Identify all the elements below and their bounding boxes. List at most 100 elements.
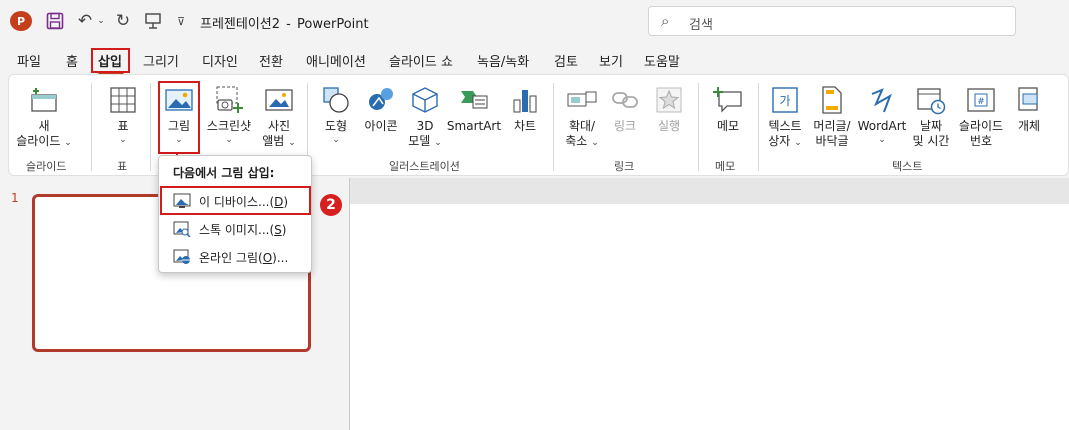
bar-chart-icon bbox=[510, 85, 540, 115]
textbox-icon: 가 bbox=[770, 85, 800, 115]
group-label-illustrations: 일러스트레이션 bbox=[389, 160, 460, 173]
tab-recording[interactable]: 녹음/녹화 bbox=[477, 51, 529, 70]
document-title: 프레젠테이션2 bbox=[200, 17, 281, 32]
screenshot-icon bbox=[214, 85, 244, 115]
group-separator bbox=[553, 83, 554, 171]
undo-dropdown-icon[interactable]: ⌄ bbox=[95, 10, 107, 32]
search-placeholder: 검색 bbox=[689, 18, 713, 33]
action-button[interactable]: 실행 bbox=[651, 85, 687, 134]
group-label-slides: 슬라이드 bbox=[26, 160, 67, 173]
chart-label: 차트 bbox=[513, 119, 537, 133]
tab-help[interactable]: 도움말 bbox=[644, 51, 680, 70]
new-slide-icon bbox=[29, 85, 59, 115]
powerpoint-logo-icon: P bbox=[10, 11, 32, 31]
object-icon bbox=[1014, 85, 1044, 115]
smartart-button[interactable]: SmartArt bbox=[447, 85, 501, 134]
online-pictures-icon bbox=[173, 249, 190, 264]
dropdown-header: 다음에서 그림 삽입: bbox=[173, 166, 275, 180]
object-button[interactable]: 개체 bbox=[1011, 85, 1047, 134]
textbox-button[interactable]: 가 텍스트 상자 ⌄ bbox=[763, 85, 807, 149]
shapes-button[interactable]: 도형 ⌄ bbox=[318, 85, 354, 146]
redo-icon[interactable]: ↻ bbox=[112, 10, 134, 32]
3d-models-label-1: 3D bbox=[416, 119, 434, 133]
group-label-table: 표 bbox=[117, 160, 128, 173]
zoom-label-2: 축소 ⌄ bbox=[565, 134, 599, 148]
search-box[interactable]: ⌕ 검색 bbox=[648, 6, 1016, 36]
tab-review[interactable]: 검토 bbox=[554, 51, 578, 70]
comment-label: 메모 bbox=[716, 119, 740, 133]
new-slide-label-2: 슬라이드 ⌄ bbox=[16, 134, 72, 148]
svg-text:가: 가 bbox=[779, 94, 790, 108]
group-separator bbox=[698, 83, 699, 171]
header-footer-button[interactable]: 머리글/ 바닥글 bbox=[809, 85, 855, 149]
customize-toolbar-icon[interactable]: ⊽ bbox=[174, 10, 188, 32]
photo-album-button[interactable]: 사진 앨범 ⌄ bbox=[259, 85, 299, 149]
tab-animations[interactable]: 애니메이션 bbox=[306, 51, 366, 70]
window-title: 프레젠테이션2 - PowerPoint bbox=[200, 13, 369, 32]
table-button[interactable]: 표 ⌄ bbox=[103, 85, 143, 146]
zoom-button[interactable]: 확대/ 축소 ⌄ bbox=[561, 85, 603, 149]
tab-view[interactable]: 보기 bbox=[599, 51, 623, 70]
header-footer-label-1: 머리글/ bbox=[813, 119, 851, 133]
tab-transitions[interactable]: 전환 bbox=[259, 51, 283, 70]
title-bar: P ↶ ⌄ ↻ ⊽ 프레젠테이션2 - PowerPoint ⌕ 검색 bbox=[0, 0, 1069, 42]
pictures-button-highlight bbox=[158, 81, 200, 154]
comment-button[interactable]: 메모 bbox=[708, 85, 748, 134]
this-device-highlight bbox=[160, 186, 311, 215]
calendar-clock-icon bbox=[916, 85, 946, 115]
group-separator bbox=[150, 83, 151, 171]
undo-icon[interactable]: ↶ bbox=[74, 10, 96, 32]
new-slide-label-1: 새 bbox=[38, 119, 50, 133]
icons-label: 아이콘 bbox=[364, 119, 398, 133]
insert-tab-highlight bbox=[91, 48, 130, 73]
ribbon-tabs: 파일 홈 삽입 그리기 디자인 전환 애니메이션 슬라이드 쇼 녹음/녹화 검토… bbox=[0, 44, 1069, 74]
table-chevron-icon: ⌄ bbox=[119, 135, 127, 145]
icons-gallery-icon bbox=[366, 85, 396, 115]
step-2-marker: 2 bbox=[320, 194, 342, 216]
object-label: 개체 bbox=[1017, 119, 1041, 133]
date-time-label-1: 날짜 bbox=[919, 119, 943, 133]
wordart-button[interactable]: WordArt ⌄ bbox=[857, 85, 907, 146]
group-separator bbox=[758, 83, 759, 171]
slide-number-label-1: 슬라이드 bbox=[958, 119, 1004, 133]
save-icon[interactable] bbox=[44, 10, 66, 32]
shapes-chevron-icon: ⌄ bbox=[332, 135, 340, 145]
link-button[interactable]: 링크 bbox=[607, 85, 643, 134]
shapes-label: 도형 bbox=[324, 119, 348, 133]
slide-number-label-2: 번호 bbox=[969, 134, 993, 148]
new-slide-button[interactable]: 새 슬라이드 ⌄ bbox=[16, 85, 72, 149]
tab-home[interactable]: 홈 bbox=[66, 51, 78, 70]
date-time-button[interactable]: 날짜 및 시간 bbox=[909, 85, 953, 149]
present-icon[interactable] bbox=[142, 10, 164, 32]
group-label-text: 텍스트 bbox=[892, 160, 923, 173]
icons-button[interactable]: 아이콘 bbox=[359, 85, 403, 134]
photo-album-label-2: 앨범 ⌄ bbox=[262, 134, 296, 148]
screenshot-chevron-icon: ⌄ bbox=[225, 135, 233, 145]
chart-button[interactable]: 차트 bbox=[507, 85, 543, 134]
photo-album-icon bbox=[264, 85, 294, 115]
screenshot-button[interactable]: 스크린샷 ⌄ bbox=[201, 85, 257, 146]
wordart-icon bbox=[867, 85, 897, 115]
3d-models-label-2: 모델 ⌄ bbox=[408, 134, 442, 148]
shapes-icon bbox=[321, 85, 351, 115]
wordart-label: WordArt bbox=[857, 119, 907, 133]
zoom-icon bbox=[567, 85, 597, 115]
tab-slideshow[interactable]: 슬라이드 쇼 bbox=[389, 51, 453, 70]
action-label: 실행 bbox=[657, 119, 681, 133]
slide-number-button[interactable]: # 슬라이드 번호 bbox=[955, 85, 1007, 149]
date-time-label-2: 및 시간 bbox=[912, 134, 950, 148]
textbox-label-1: 텍스트 bbox=[768, 119, 802, 133]
link-icon bbox=[610, 85, 640, 115]
tab-design[interactable]: 디자인 bbox=[202, 51, 238, 70]
link-label: 링크 bbox=[613, 119, 637, 133]
textbox-label-2: 상자 ⌄ bbox=[768, 134, 802, 148]
menu-item-stock-images[interactable]: 스톡 이미지...(S) bbox=[163, 216, 309, 242]
table-label: 표 bbox=[117, 119, 129, 133]
stock-images-icon bbox=[173, 221, 191, 237]
tab-file[interactable]: 파일 bbox=[17, 51, 41, 70]
table-icon bbox=[108, 85, 138, 115]
3d-models-button[interactable]: 3D 모델 ⌄ bbox=[407, 85, 443, 149]
menu-item-online-pictures[interactable]: 온라인 그림(O)... bbox=[163, 244, 309, 270]
slide-canvas[interactable] bbox=[350, 204, 1069, 430]
tab-draw[interactable]: 그리기 bbox=[143, 51, 179, 70]
